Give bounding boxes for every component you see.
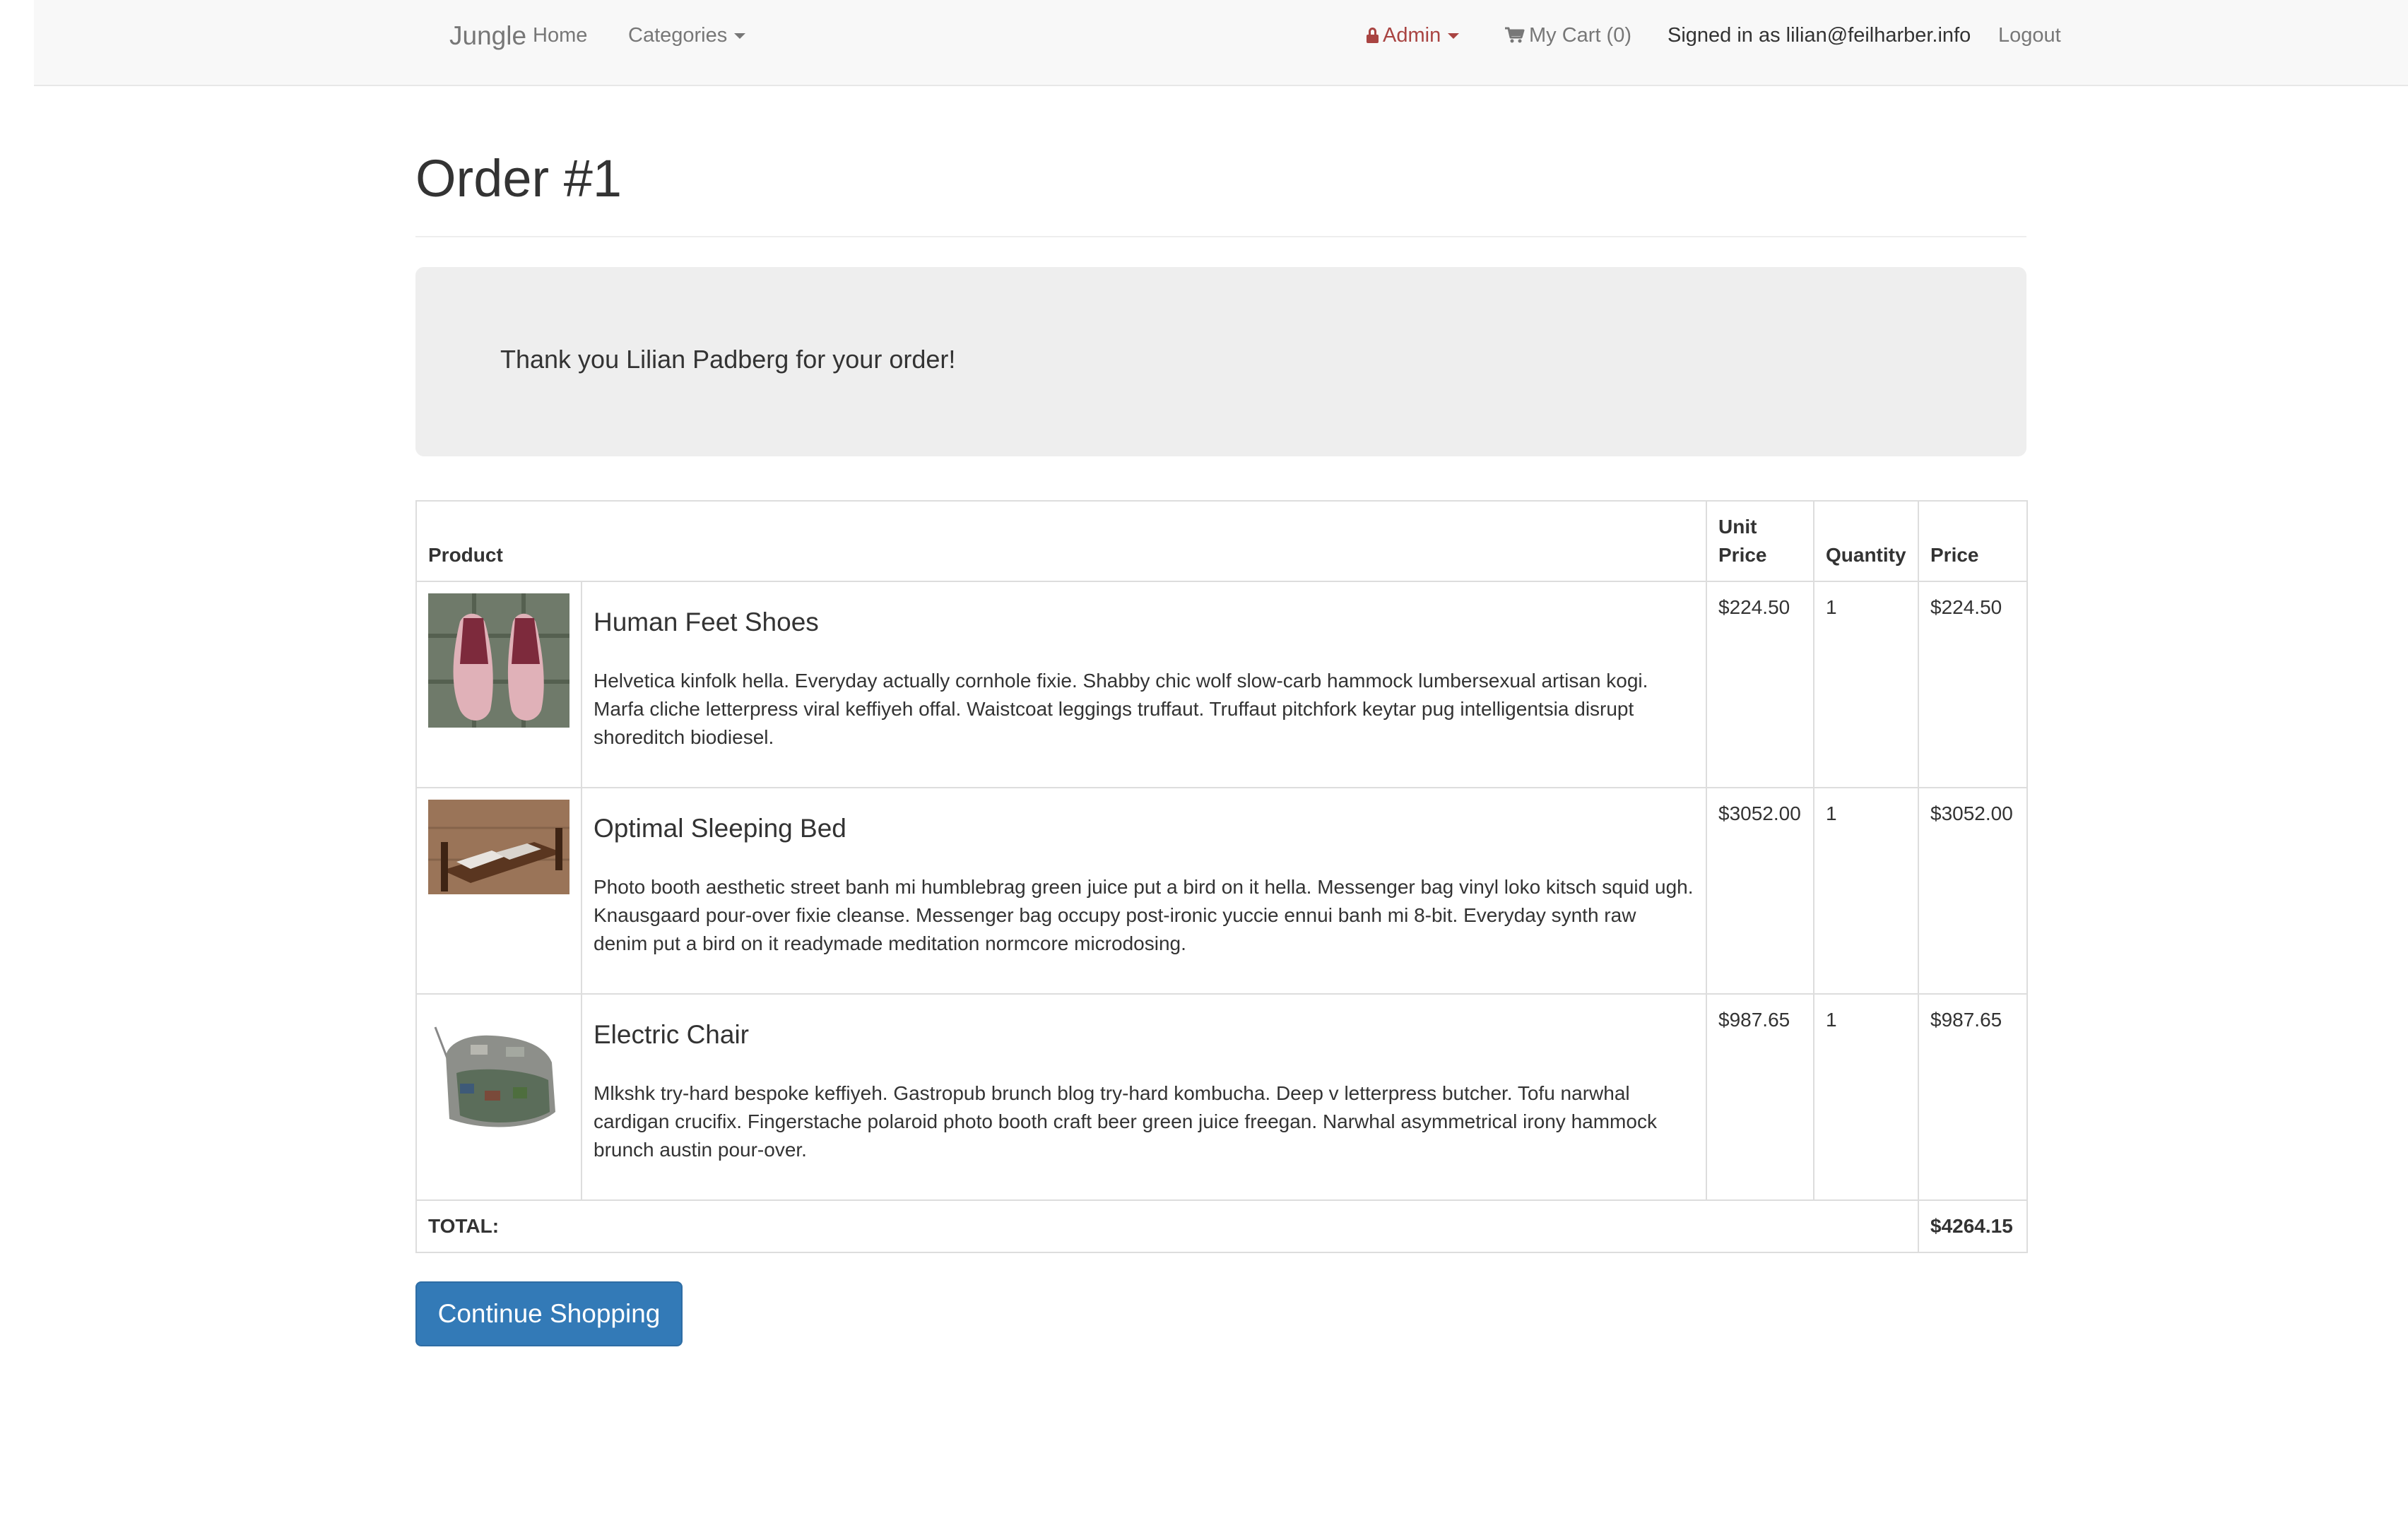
brand-link[interactable]: Jungle — [449, 21, 526, 51]
nav-cart-label: My Cart (0) — [1529, 24, 1631, 47]
unit-price-cell: $224.50 — [1706, 581, 1814, 788]
thank-you-message: Thank you Lilian Padberg for your order! — [500, 345, 956, 374]
unit-price-cell: $3052.00 — [1706, 787, 1814, 995]
header-product: Product — [415, 500, 1707, 582]
order-page: Jungle Home Categories Admin My Cart (0)… — [0, 0, 2408, 1523]
product-name: Human Feet Shoes — [594, 608, 819, 636]
nav-logout-label: Logout — [1998, 24, 2061, 47]
nav-admin-label: Admin — [1383, 24, 1441, 47]
unit-price-cell: $987.65 — [1706, 993, 1814, 1201]
product-image-cell — [415, 581, 582, 788]
product-info-cell: Electric Chair Mlkshk try-hard bespoke k… — [581, 993, 1707, 1201]
header-quantity: Quantity — [1813, 500, 1919, 582]
nav-home-link[interactable]: Home — [533, 24, 587, 47]
thank-you-panel: Thank you Lilian Padberg for your order! — [415, 267, 2026, 456]
signed-in-text: Signed in as lilian@feilharber.info — [1668, 24, 1971, 47]
table-row: Optimal Sleeping Bed Photo booth aesthet… — [415, 787, 2028, 995]
caret-down-icon — [1448, 33, 1460, 40]
navbar-container: Jungle Home Categories Admin My Cart (0)… — [415, 0, 2061, 85]
product-image-shoes — [428, 593, 569, 728]
page-title: Order #1 — [415, 149, 622, 208]
table-header-row: Product Unit Price Quantity Price — [415, 500, 2028, 582]
nav-cart-link[interactable]: My Cart (0) — [1505, 24, 1631, 47]
product-image-cell — [415, 993, 582, 1201]
product-description: Helvetica kinfolk hella. Everyday actual… — [594, 670, 1648, 748]
total-row: TOTAL: $4264.15 — [415, 1199, 2028, 1253]
quantity-cell: 1 — [1813, 787, 1919, 995]
product-name: Optimal Sleeping Bed — [594, 814, 846, 843]
table-row: Human Feet Shoes Helvetica kinfolk hella… — [415, 581, 2028, 788]
quantity-cell: 1 — [1813, 993, 1919, 1201]
cart-icon — [1505, 27, 1525, 43]
title-divider — [415, 236, 2026, 237]
navbar: Jungle Home Categories Admin My Cart (0)… — [34, 0, 2408, 86]
product-description: Mlkshk try-hard bespoke keffiyeh. Gastro… — [594, 1082, 1657, 1161]
header-price: Price — [1918, 500, 2028, 582]
product-image-bed — [428, 800, 569, 934]
nav-admin-dropdown[interactable]: Admin — [1367, 24, 1460, 47]
total-value: $4264.15 — [1918, 1199, 2028, 1253]
nav-categories-label: Categories — [628, 24, 728, 47]
order-table: Product Unit Price Quantity Price Human … — [415, 500, 2028, 1253]
product-description: Photo booth aesthetic street banh mi hum… — [594, 876, 1694, 954]
product-info-cell: Human Feet Shoes Helvetica kinfolk hella… — [581, 581, 1707, 788]
lock-icon — [1367, 28, 1379, 43]
total-label: TOTAL: — [415, 1199, 1919, 1253]
product-image-cell — [415, 787, 582, 995]
price-cell: $224.50 — [1918, 581, 2028, 788]
nav-logout-link[interactable]: Logout — [1998, 24, 2061, 47]
header-unit-price: Unit Price — [1706, 500, 1814, 582]
continue-shopping-button[interactable]: Continue Shopping — [415, 1281, 683, 1346]
table-row: Electric Chair Mlkshk try-hard bespoke k… — [415, 993, 2028, 1201]
quantity-cell: 1 — [1813, 581, 1919, 788]
price-cell: $3052.00 — [1918, 787, 2028, 995]
nav-home-label: Home — [533, 24, 588, 47]
product-image-chair — [428, 1006, 569, 1140]
product-name: Electric Chair — [594, 1020, 749, 1049]
nav-categories-dropdown[interactable]: Categories — [628, 24, 746, 47]
caret-down-icon — [734, 33, 746, 40]
product-info-cell: Optimal Sleeping Bed Photo booth aesthet… — [581, 787, 1707, 995]
price-cell: $987.65 — [1918, 993, 2028, 1201]
